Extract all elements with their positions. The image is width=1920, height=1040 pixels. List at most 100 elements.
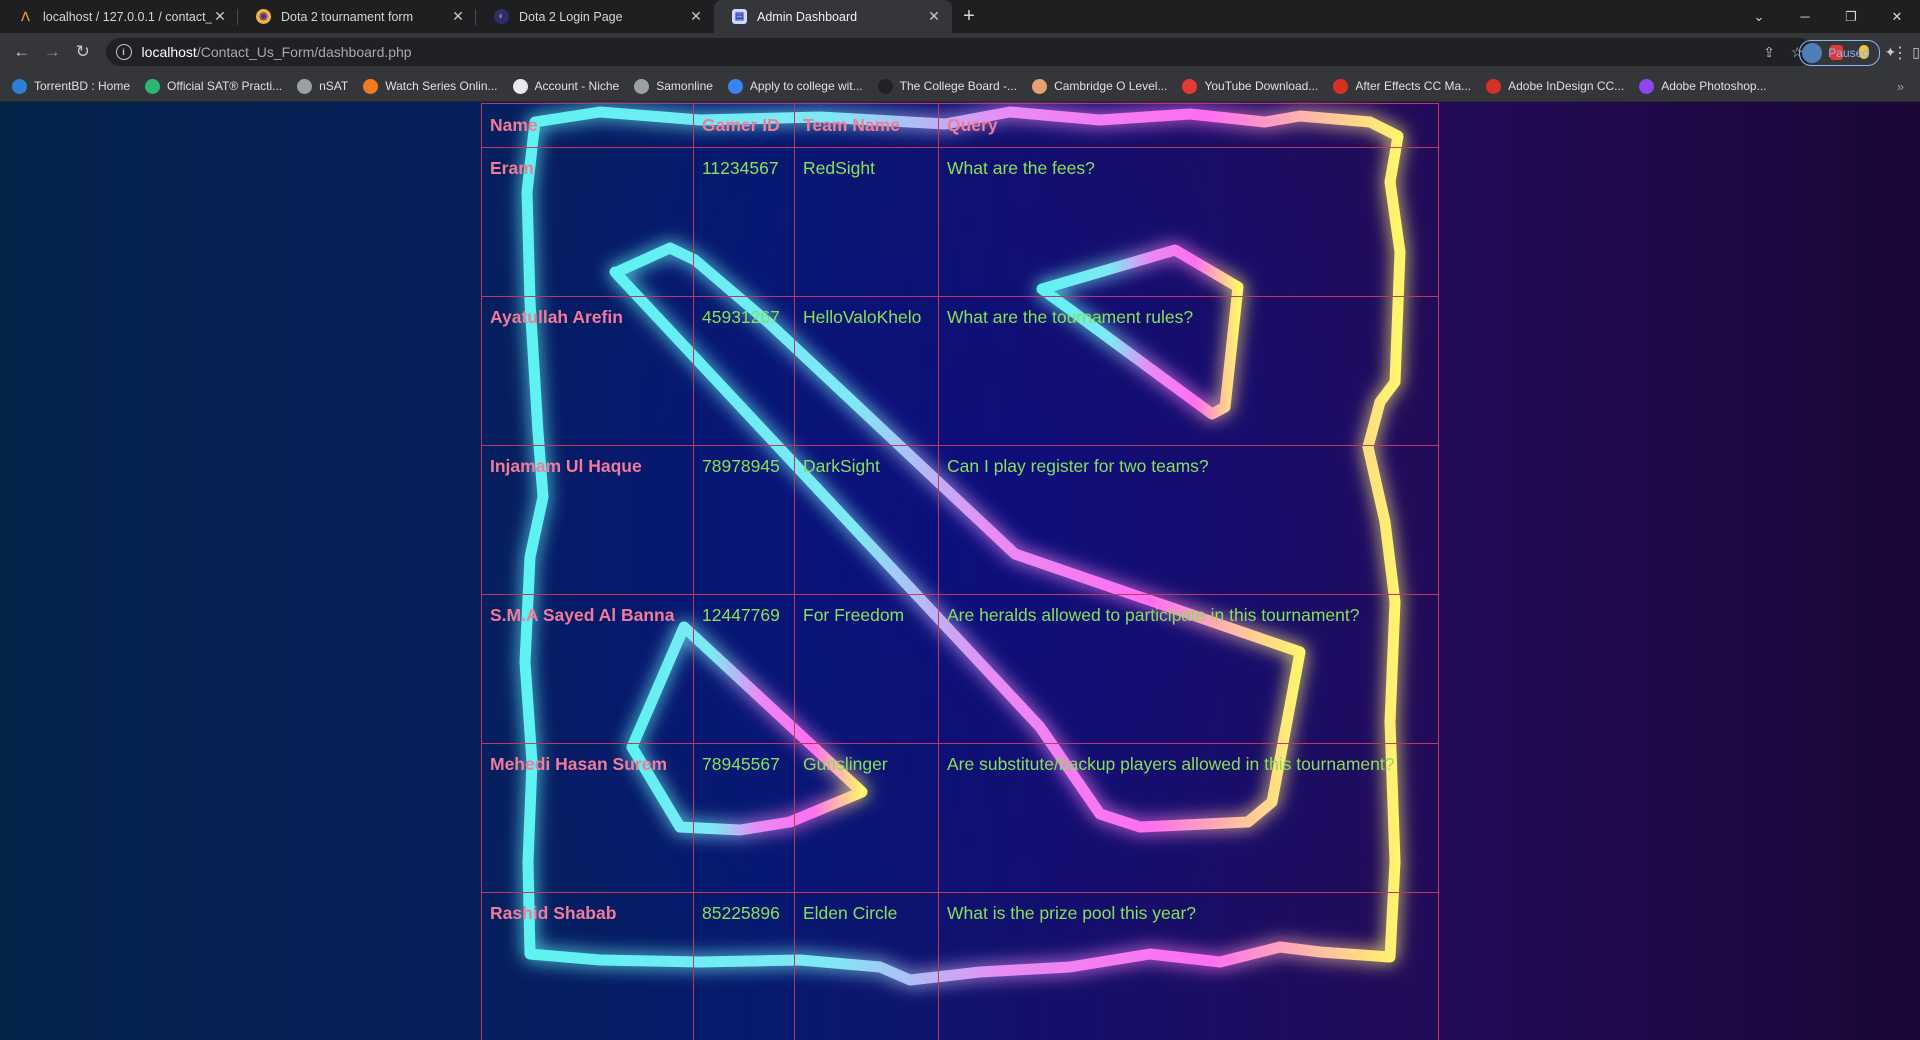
cell-query: Can I play register for two teams? — [938, 445, 1439, 595]
close-icon[interactable]: ✕ — [688, 8, 704, 25]
column-header-team-name: Team Name — [794, 103, 939, 148]
cell-name: Ayatullah Arefin — [481, 296, 694, 446]
bookmark-favicon-icon — [634, 78, 650, 94]
bookmark-favicon-icon — [1486, 78, 1502, 94]
window-controls: ⌄ ─ ❐ ✕ — [1736, 0, 1920, 33]
profile-status: Paused — [1828, 46, 1869, 60]
bookmark-item[interactable]: nSAT — [297, 78, 349, 94]
share-icon[interactable]: ⇪ — [1763, 44, 1775, 61]
table-row: Injamam Ul Haque 78978945 DarkSight Can … — [481, 445, 1439, 595]
bookmark-favicon-icon — [297, 78, 313, 94]
dota-login-icon: ◐ — [494, 9, 509, 24]
cell-name: Eram — [481, 147, 694, 297]
bookmark-item[interactable]: After Effects CC Ma... — [1333, 78, 1472, 94]
cell-query: What are the fees? — [938, 147, 1439, 297]
cell-team-name: Gunslinger — [794, 743, 939, 893]
side-panel-icon[interactable]: ▯ — [1912, 44, 1920, 61]
bookmark-favicon-icon — [1333, 78, 1349, 94]
phpmyadmin-icon: ⋀ — [21, 11, 30, 22]
bookmark-item[interactable]: Account - Niche — [512, 78, 620, 94]
minimize-icon[interactable]: ─ — [1782, 9, 1828, 24]
site-info-icon[interactable]: i — [115, 44, 132, 60]
bookmark-label: Watch Series Onlin... — [385, 79, 498, 93]
tab-login-page[interactable]: ◐ Dota 2 Login Page ✕ — [476, 0, 714, 33]
bookmark-label: Adobe Photoshop... — [1661, 79, 1767, 93]
bookmark-favicon-icon — [877, 78, 893, 94]
column-header-query: Query — [938, 103, 1439, 148]
url-host: localhost — [141, 44, 197, 60]
bookmark-item[interactable]: YouTube Download... — [1182, 78, 1319, 94]
bookmark-item[interactable]: Samonline — [634, 78, 713, 94]
table-row: Ayatullah Arefin 45931267 HelloValoKhelo… — [481, 296, 1439, 446]
tab-title: localhost / 127.0.0.1 / contact_fo — [43, 9, 212, 24]
cell-gamer-id: 85225896 — [693, 892, 795, 1040]
table-row: Mehedi Hasan Surem 78945567 Gunslinger A… — [481, 743, 1439, 893]
bookmark-item[interactable]: Official SAT® Practi... — [145, 78, 283, 94]
bookmark-label: Adobe InDesign CC... — [1508, 79, 1625, 93]
back-icon[interactable]: ← — [9, 39, 35, 65]
tab-title: Dota 2 tournament form — [281, 9, 414, 24]
bookmark-label: The College Board -... — [899, 79, 1018, 93]
restore-icon[interactable]: ❐ — [1828, 9, 1874, 25]
cell-query: What are the tournament rules? — [938, 296, 1439, 446]
cell-gamer-id: 45931267 — [693, 296, 795, 446]
cell-name: Rashid Shabab — [481, 892, 694, 1040]
bookmark-favicon-icon — [1182, 78, 1198, 94]
avatar — [1802, 43, 1823, 63]
cell-gamer-id: 78945567 — [693, 743, 795, 893]
bookmark-item[interactable]: Watch Series Onlin... — [363, 78, 498, 94]
bookmark-favicon-icon — [145, 78, 161, 94]
address-bar[interactable]: i localhost/Contact_Us_Form/dashboard.ph… — [105, 38, 1814, 66]
queries-table: Name Gamer ID Team Name Query Eram 11234… — [481, 103, 1439, 1040]
table-row: Rashid Shabab 85225896 Elden Circle What… — [481, 892, 1439, 1040]
menu-icon[interactable]: ⋮ — [1892, 43, 1908, 63]
cell-gamer-id: 78978945 — [693, 445, 795, 595]
table-header-row: Name Gamer ID Team Name Query — [481, 103, 1439, 148]
bookmark-label: Cambridge O Level... — [1054, 79, 1168, 93]
tab-phpmyadmin[interactable]: ⋀ localhost / 127.0.0.1 / contact_fo ✕ — [0, 0, 238, 33]
tab-tournament-form[interactable]: ◉ Dota 2 tournament form ✕ — [238, 0, 476, 33]
dashboard-page: Name Gamer ID Team Name Query Eram 11234… — [0, 102, 1920, 1040]
profile-button[interactable]: Paused — [1799, 40, 1880, 66]
cell-team-name: RedSight — [794, 147, 939, 297]
browser-toolbar: ← → ↻ i localhost/Contact_Us_Form/dashbo… — [0, 33, 1920, 71]
column-header-gamer-id: Gamer ID — [693, 103, 795, 148]
tab-admin-dashboard[interactable]: ▤ Admin Dashboard ✕ — [714, 0, 952, 33]
bookmark-item[interactable]: Adobe InDesign CC... — [1486, 78, 1625, 94]
bookmark-label: nSAT — [319, 79, 349, 93]
reload-icon[interactable]: ↻ — [70, 39, 96, 65]
bookmark-favicon-icon — [727, 78, 743, 94]
new-tab-button[interactable]: + — [952, 0, 986, 33]
bookmark-label: After Effects CC Ma... — [1355, 79, 1472, 93]
cell-name: Injamam Ul Haque — [481, 445, 694, 595]
bookmark-favicon-icon — [1032, 78, 1048, 94]
tab-search-icon[interactable]: ⌄ — [1736, 9, 1782, 25]
close-icon[interactable]: ✕ — [926, 8, 942, 25]
close-icon[interactable]: ✕ — [450, 8, 466, 25]
bookmark-item[interactable]: TorrentBD : Home — [12, 78, 130, 94]
bookmarks-bar: TorrentBD : Home Official SAT® Practi... n… — [0, 71, 1920, 102]
forward-icon[interactable]: → — [40, 39, 66, 65]
close-window-icon[interactable]: ✕ — [1874, 9, 1920, 25]
tab-title: Admin Dashboard — [757, 9, 858, 24]
bookmark-label: Samonline — [656, 79, 713, 93]
bookmark-label: YouTube Download... — [1204, 79, 1319, 93]
cell-name: Mehedi Hasan Surem — [481, 743, 694, 893]
cell-team-name: Elden Circle — [794, 892, 939, 1040]
dota-form-icon: ◉ — [256, 9, 271, 24]
bookmark-label: Official SAT® Practi... — [167, 79, 283, 93]
tab-strip: ⋀ localhost / 127.0.0.1 / contact_fo ✕ ◉… — [0, 0, 1920, 33]
bookmark-item[interactable]: Cambridge O Level... — [1032, 78, 1168, 94]
table-row: Eram 11234567 RedSight What are the fees… — [481, 147, 1439, 297]
cell-gamer-id: 12447769 — [693, 594, 795, 744]
bookmark-item[interactable]: Apply to college wit... — [727, 78, 863, 94]
bookmark-item[interactable]: Adobe Photoshop... — [1639, 78, 1767, 94]
cell-query: Are heralds allowed to participate in th… — [938, 594, 1439, 744]
bookmark-label: Apply to college wit... — [749, 79, 863, 93]
close-icon[interactable]: ✕ — [212, 8, 228, 25]
bookmark-label: Account - Niche — [534, 79, 620, 93]
column-header-name: Name — [481, 103, 694, 148]
bookmark-favicon-icon — [512, 78, 528, 94]
bookmarks-overflow-icon[interactable]: » — [1897, 79, 1904, 94]
bookmark-item[interactable]: The College Board -... — [877, 78, 1018, 94]
